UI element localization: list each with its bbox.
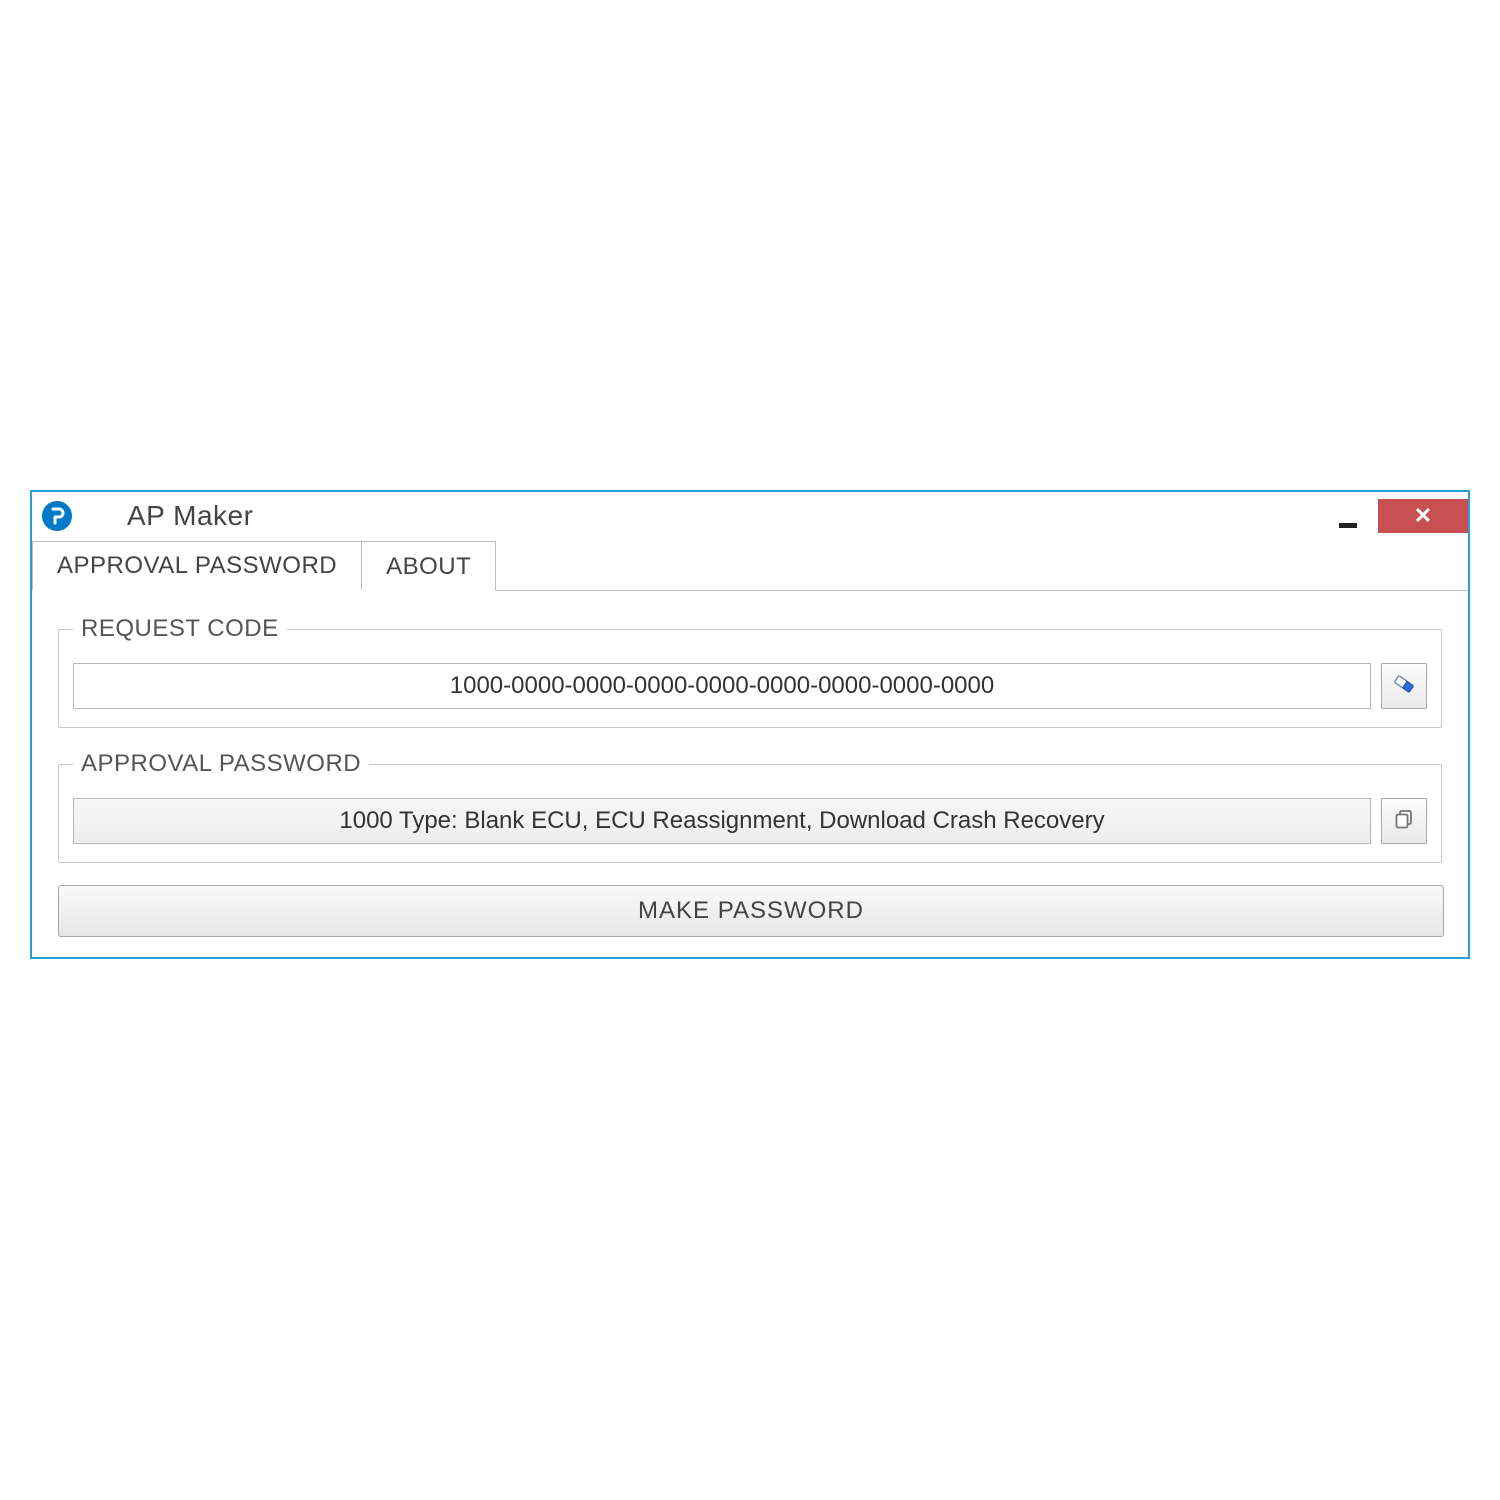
close-icon: ✕ [1414, 505, 1432, 527]
request-code-input[interactable] [73, 663, 1371, 709]
tab-approval-password[interactable]: APPROVAL PASSWORD [32, 541, 362, 591]
copy-button[interactable] [1381, 798, 1427, 844]
approval-password-row: 1000 Type: Blank ECU, ECU Reassignment, … [73, 798, 1427, 844]
copy-icon [1392, 807, 1416, 836]
app-window: AP Maker ✕ APPROVAL PASSWORD ABOUT REQUE… [30, 490, 1470, 959]
minimize-icon [1339, 523, 1357, 528]
request-code-legend: REQUEST CODE [73, 615, 287, 643]
close-button[interactable]: ✕ [1378, 499, 1468, 533]
tab-strip: APPROVAL PASSWORD ABOUT [32, 540, 1468, 591]
titlebar: AP Maker ✕ [32, 492, 1468, 540]
tab-panel: REQUEST CODE APPROVAL PASSWORD [32, 591, 1468, 957]
approval-password-legend: APPROVAL PASSWORD [73, 750, 369, 778]
app-logo-icon [42, 501, 72, 531]
make-password-button[interactable]: MAKE PASSWORD [58, 885, 1444, 937]
window-title: AP Maker [127, 500, 253, 532]
clear-button[interactable] [1381, 663, 1427, 709]
request-code-group: REQUEST CODE [58, 615, 1442, 728]
window-controls: ✕ [1318, 492, 1468, 540]
tab-label: ABOUT [386, 553, 471, 581]
approval-password-group: APPROVAL PASSWORD 1000 Type: Blank ECU, … [58, 750, 1442, 863]
request-code-row [73, 663, 1427, 709]
minimize-button[interactable] [1318, 492, 1378, 540]
tab-about[interactable]: ABOUT [361, 541, 496, 591]
approval-password-output: 1000 Type: Blank ECU, ECU Reassignment, … [73, 798, 1371, 844]
tab-label: APPROVAL PASSWORD [57, 552, 337, 580]
eraser-icon [1390, 670, 1418, 703]
make-password-label: MAKE PASSWORD [638, 897, 864, 925]
